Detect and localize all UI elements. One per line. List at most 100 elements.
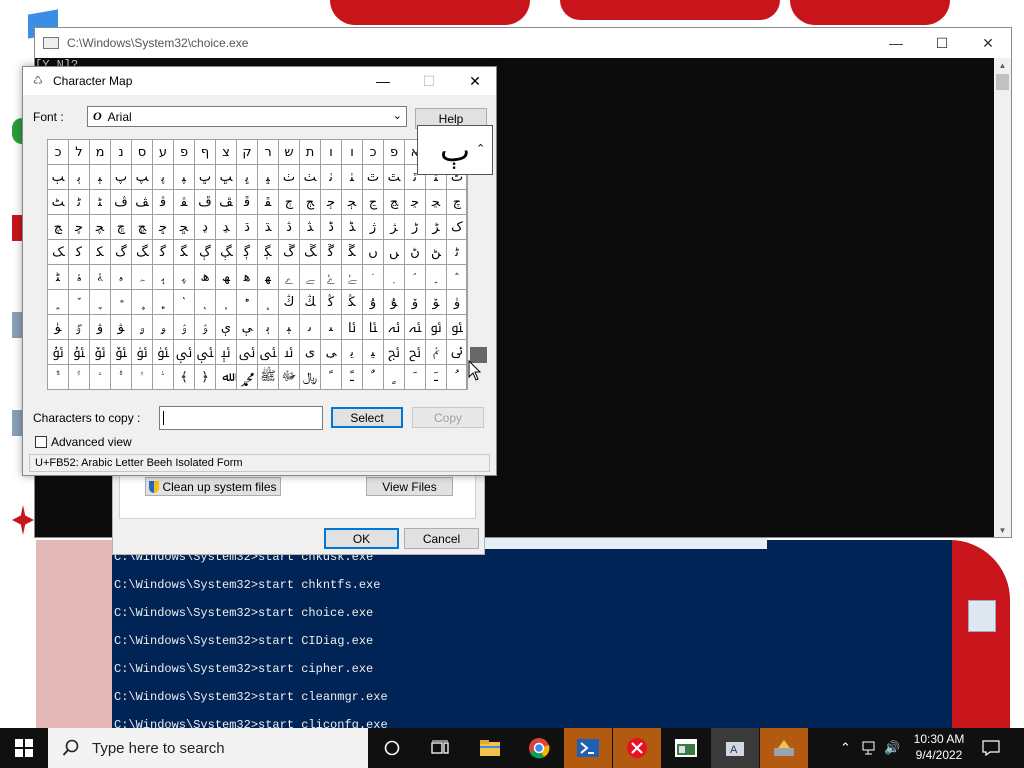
cancel-button[interactable]: Cancel [404, 528, 479, 549]
char-cell[interactable]: ﭖ [111, 165, 132, 190]
char-cell[interactable]: ﭛ [216, 165, 237, 190]
char-cell[interactable]: נ [111, 140, 132, 165]
char-cell[interactable]: פ [174, 140, 195, 165]
char-cell[interactable]: ﯳ [111, 340, 132, 365]
char-cell[interactable]: ﮺ [111, 290, 132, 315]
char-cell[interactable]: כ [48, 140, 69, 165]
char-cell[interactable]: ﹸ [447, 365, 468, 390]
char-cell[interactable]: ﭝ [258, 165, 279, 190]
char-cell[interactable]: ﮪ [195, 265, 216, 290]
char-cell[interactable]: ﭢ [363, 165, 384, 190]
network-icon[interactable] [862, 728, 878, 768]
char-cell[interactable]: ﭫ [132, 190, 153, 215]
close-button[interactable]: ✕ [452, 67, 498, 95]
char-cell[interactable]: ﮂ [195, 215, 216, 240]
char-cell[interactable]: ﭹ [426, 190, 447, 215]
char-cell[interactable]: ﭠ [321, 165, 342, 190]
char-cell[interactable]: ﯁ [258, 290, 279, 315]
char-cell[interactable]: ﱟ [69, 365, 90, 390]
char-cell[interactable]: ﮡ [426, 240, 447, 265]
char-cell[interactable]: ﷲ [216, 365, 237, 390]
char-cell[interactable]: ﮏ [48, 240, 69, 265]
chrome-icon[interactable] [515, 728, 563, 768]
char-cell[interactable]: ﯯ [447, 315, 468, 340]
char-cell[interactable]: ﯕ [321, 290, 342, 315]
char-cell[interactable]: ﮅ [258, 215, 279, 240]
scroll-up-icon[interactable]: ▲ [994, 58, 1011, 72]
char-cell[interactable]: ﭿ [132, 215, 153, 240]
char-cell[interactable]: ﯛ [447, 290, 468, 315]
char-cell[interactable]: ﯱ [69, 340, 90, 365]
close-button[interactable]: ✕ [965, 28, 1011, 58]
advanced-view-checkbox[interactable]: Advanced view [35, 435, 132, 449]
char-cell[interactable]: ת [300, 140, 321, 165]
show-hidden-icons-button[interactable]: ⌃ [840, 728, 851, 768]
minimize-button[interactable]: — [360, 67, 406, 95]
char-cell[interactable]: ﯚ [426, 290, 447, 315]
char-cell[interactable]: ﮣ [48, 265, 69, 290]
char-cell[interactable]: ﯮ [426, 315, 447, 340]
volume-icon[interactable]: 🔊 [884, 728, 900, 768]
char-cell[interactable]: ﮗ [216, 240, 237, 265]
char-cell[interactable]: ף [195, 140, 216, 165]
char-cell[interactable]: ﭴ [321, 190, 342, 215]
char-cell[interactable]: ﯘ [384, 290, 405, 315]
char-cell[interactable]: ﮨ [153, 265, 174, 290]
char-cell[interactable]: ﮈ [321, 215, 342, 240]
char-cell[interactable]: ﯤ [216, 315, 237, 340]
char-cell[interactable]: ﭺ [447, 190, 468, 215]
recycle-bin-icon[interactable] [968, 600, 996, 632]
character-map-taskbar-icon[interactable]: A [711, 728, 759, 768]
char-cell[interactable]: ס [132, 140, 153, 165]
char-cell[interactable]: ﯨ [300, 315, 321, 340]
char-cell[interactable]: ﯵ [153, 340, 174, 365]
char-cell[interactable]: ﯻ [279, 340, 300, 365]
char-cell[interactable]: ל [69, 140, 90, 165]
char-cell[interactable]: ﮢ [447, 240, 468, 265]
char-cell[interactable]: ﭯ [216, 190, 237, 215]
scroll-down-icon[interactable]: ▼ [994, 523, 1011, 537]
characters-to-copy-input[interactable] [159, 406, 323, 430]
char-cell[interactable]: ﭳ [300, 190, 321, 215]
char-cell[interactable]: ﯹ [237, 340, 258, 365]
char-cell[interactable]: ﭵ [342, 190, 363, 215]
char-cell[interactable]: ﮽ [174, 290, 195, 315]
char-cell[interactable]: ו [321, 140, 342, 165]
char-cell[interactable]: ﮱ [342, 265, 363, 290]
char-cell[interactable]: ﮵ [426, 265, 447, 290]
char-cell[interactable]: ﯙ [405, 290, 426, 315]
char-cell[interactable]: ﭽ [90, 215, 111, 240]
char-cell[interactable]: ﯓ [279, 290, 300, 315]
char-cell[interactable]: ﭱ [258, 190, 279, 215]
char-cell[interactable]: ﯭ [405, 315, 426, 340]
file-explorer-icon[interactable] [466, 728, 514, 768]
char-cell[interactable]: ﭗ [132, 165, 153, 190]
char-cell[interactable]: ע [153, 140, 174, 165]
grid-scrollbar[interactable] [468, 139, 487, 390]
char-cell[interactable]: ﭭ [174, 190, 195, 215]
char-cell[interactable]: ק [237, 140, 258, 165]
char-cell[interactable]: ﭪ [111, 190, 132, 215]
char-cell[interactable]: ﮳ [384, 265, 405, 290]
char-cell[interactable]: ש [279, 140, 300, 165]
char-cell[interactable]: צ [216, 140, 237, 165]
char-cell[interactable]: ﮃ [216, 215, 237, 240]
char-cell[interactable]: ﮀ [153, 215, 174, 240]
char-cell[interactable]: ﮠ [405, 240, 426, 265]
char-cell[interactable]: ﯗ [363, 290, 384, 315]
char-cell[interactable]: ﮊ [363, 215, 384, 240]
char-cell[interactable]: ﭾ [111, 215, 132, 240]
char-cell[interactable]: ﮾ [195, 290, 216, 315]
ok-button[interactable]: OK [324, 528, 399, 549]
char-cell[interactable]: ﮚ [279, 240, 300, 265]
char-cell[interactable]: ﭸ [405, 190, 426, 215]
char-cell[interactable]: ﭜ [237, 165, 258, 190]
console-taskbar-icon[interactable] [662, 728, 710, 768]
char-cell[interactable]: ﮕ [174, 240, 195, 265]
char-cell[interactable]: ﹰ [321, 365, 342, 390]
char-cell[interactable]: ﯫ [363, 315, 384, 340]
char-cell[interactable]: ﯩ [321, 315, 342, 340]
char-cell[interactable]: ﭙ [174, 165, 195, 190]
char-cell[interactable]: ﯪ [342, 315, 363, 340]
char-cell[interactable]: ﭧ [48, 190, 69, 215]
